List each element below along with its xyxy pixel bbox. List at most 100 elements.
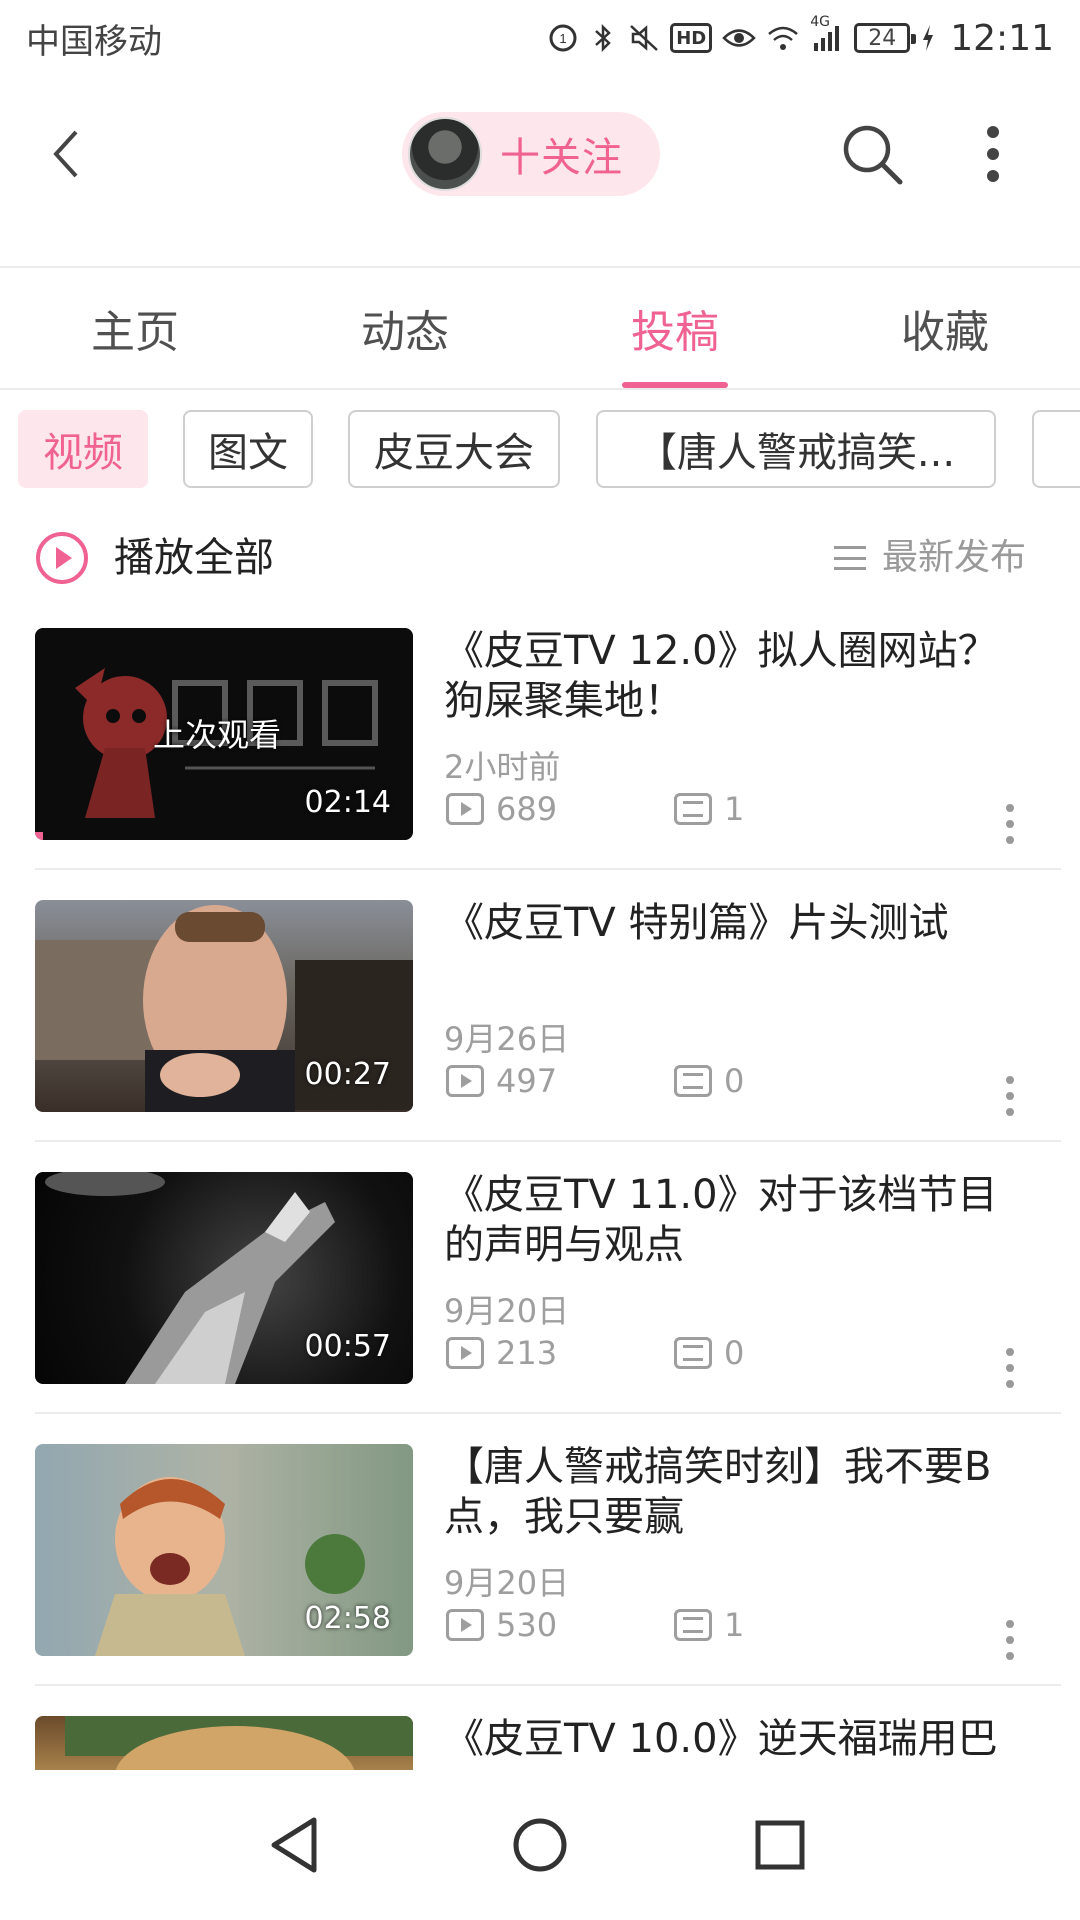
list-item[interactable]: 02:58 【唐人警戒搞笑时刻】我不要B点，我只要赢 9月20日 530 1 bbox=[0, 1436, 1080, 1708]
last-watched-label: 上次观看 bbox=[153, 716, 282, 754]
duration: 02:14 bbox=[304, 785, 391, 820]
play-count-icon bbox=[446, 793, 484, 825]
comment-icon bbox=[674, 1609, 712, 1641]
profile-tabs: 主页 动态 投稿 收藏 bbox=[0, 268, 1080, 388]
avatar bbox=[408, 117, 482, 191]
comment-count-value: 1 bbox=[724, 1606, 745, 1644]
chip-pidou-conference[interactable]: 皮豆大会 bbox=[348, 410, 560, 488]
comment-count-value: 0 bbox=[724, 1334, 745, 1372]
signal-icon: 4G bbox=[810, 14, 844, 56]
video-thumbnail[interactable] bbox=[35, 1716, 413, 1770]
play-count-icon bbox=[446, 1065, 484, 1097]
dot-icon bbox=[987, 170, 999, 182]
play-count-value: 497 bbox=[496, 1062, 558, 1100]
chip-more[interactable] bbox=[1032, 410, 1080, 488]
play-count: 213 bbox=[446, 1334, 557, 1372]
mute-icon bbox=[628, 20, 660, 56]
video-list: 上次观看 02:14 《皮豆TV 12.0》拟人圈网站？狗屎聚集地！ 2小时前 … bbox=[0, 620, 1080, 1770]
tab-home[interactable]: 主页 bbox=[0, 268, 270, 388]
system-nav-bar bbox=[0, 1770, 1080, 1920]
tab-favorites[interactable]: 收藏 bbox=[810, 268, 1080, 388]
search-icon bbox=[843, 125, 903, 185]
list-item[interactable]: 《皮豆TV 10.0》逆天福瑞用巴 bbox=[0, 1708, 1080, 1770]
divider bbox=[35, 1140, 1061, 1142]
list-item[interactable]: 00:27 《皮豆TV 特别篇》片头测试 9月26日 497 0 bbox=[0, 892, 1080, 1164]
charging-icon bbox=[920, 20, 936, 56]
comment-count: 1 bbox=[674, 1606, 744, 1644]
upload-date: 2小时前 bbox=[444, 748, 561, 786]
duration: 00:57 bbox=[304, 1329, 391, 1364]
comment-count-value: 0 bbox=[724, 1062, 745, 1100]
video-thumbnail[interactable]: 00:27 bbox=[35, 900, 413, 1112]
top-bar: 十关注 bbox=[0, 76, 1080, 266]
video-title[interactable]: 《皮豆TV 12.0》拟人圈网站？狗屎聚集地！ bbox=[444, 626, 1024, 726]
list-item[interactable]: 上次观看 02:14 《皮豆TV 12.0》拟人圈网站？狗屎聚集地！ 2小时前 … bbox=[0, 620, 1080, 892]
upload-date: 9月26日 bbox=[444, 1020, 570, 1058]
follow-button[interactable]: 十关注 bbox=[402, 112, 660, 196]
divider bbox=[35, 868, 1061, 870]
filter-chips: 视频 图文 皮豆大会 【唐人警戒搞笑... bbox=[18, 410, 1080, 490]
play-count: 530 bbox=[446, 1606, 557, 1644]
video-title[interactable]: 【唐人警戒搞笑时刻】我不要B点，我只要赢 bbox=[444, 1442, 1024, 1542]
sort-button[interactable]: 最新发布 bbox=[833, 534, 1026, 582]
video-title[interactable]: 《皮豆TV 特别篇》片头测试 bbox=[444, 898, 1024, 948]
comment-icon bbox=[674, 793, 712, 825]
play-count: 497 bbox=[446, 1062, 557, 1100]
nav-home-icon[interactable] bbox=[505, 1810, 575, 1880]
clock: 12:11 bbox=[950, 17, 1054, 59]
dot-icon bbox=[987, 148, 999, 160]
sort-label: 最新发布 bbox=[881, 537, 1026, 578]
battery-level: 24 bbox=[868, 25, 897, 51]
video-thumbnail[interactable]: 02:58 bbox=[35, 1444, 413, 1656]
video-thumbnail[interactable]: 00:57 bbox=[35, 1172, 413, 1384]
play-count-icon bbox=[446, 1609, 484, 1641]
video-thumbnail[interactable]: 上次观看 02:14 bbox=[35, 628, 413, 840]
chip-video[interactable]: 视频 bbox=[18, 410, 148, 488]
chip-tangren-series[interactable]: 【唐人警戒搞笑... bbox=[596, 410, 996, 488]
video-title[interactable]: 《皮豆TV 11.0》对于该档节目的声明与观点 bbox=[444, 1170, 1024, 1270]
comment-count: 0 bbox=[674, 1062, 744, 1100]
status-bar: 中国移动 1 HD 4G 24 12:11 bbox=[0, 0, 1080, 76]
list-item[interactable]: 00:57 《皮豆TV 11.0》对于该档节目的声明与观点 9月20日 213 … bbox=[0, 1164, 1080, 1436]
wifi-icon bbox=[766, 20, 800, 56]
play-count-value: 689 bbox=[496, 790, 558, 828]
upload-date: 9月20日 bbox=[444, 1564, 570, 1602]
comment-count: 0 bbox=[674, 1334, 744, 1372]
play-all-button[interactable]: 播放全部 bbox=[114, 530, 274, 586]
dot-icon bbox=[987, 126, 999, 138]
back-button[interactable] bbox=[40, 124, 100, 184]
comment-count-value: 1 bbox=[724, 790, 745, 828]
play-count-value: 530 bbox=[496, 1606, 558, 1644]
divider bbox=[35, 1684, 1061, 1686]
item-more-button[interactable] bbox=[1002, 1620, 1018, 1660]
item-more-button[interactable] bbox=[1002, 804, 1018, 844]
item-more-button[interactable] bbox=[1002, 1348, 1018, 1388]
duration: 00:27 bbox=[304, 1057, 391, 1092]
back-arrow-icon bbox=[53, 130, 78, 178]
nav-recents-icon[interactable] bbox=[745, 1810, 815, 1880]
divider bbox=[35, 1412, 1061, 1414]
nav-back-icon[interactable] bbox=[260, 1810, 330, 1880]
item-more-button[interactable] bbox=[1002, 1076, 1018, 1116]
list-icon bbox=[833, 546, 866, 570]
play-count-icon bbox=[446, 1337, 484, 1369]
play-count-value: 213 bbox=[496, 1334, 558, 1372]
divider bbox=[0, 388, 1080, 390]
chip-image-text[interactable]: 图文 bbox=[183, 410, 313, 488]
play-all-icon[interactable] bbox=[34, 530, 90, 586]
tab-posts[interactable]: 投稿 bbox=[540, 268, 810, 388]
comment-count: 1 bbox=[674, 790, 744, 828]
network-type: 4G bbox=[810, 14, 831, 30]
search-button[interactable] bbox=[836, 118, 908, 190]
comment-icon bbox=[674, 1065, 712, 1097]
carrier-name: 中国移动 bbox=[26, 21, 162, 62]
bluetooth-icon bbox=[588, 20, 618, 56]
thumbnail-art bbox=[65, 1716, 413, 1770]
tab-activity[interactable]: 动态 bbox=[270, 268, 540, 388]
video-title[interactable]: 《皮豆TV 10.0》逆天福瑞用巴 bbox=[444, 1714, 1024, 1764]
battery-icon: 24 bbox=[854, 23, 917, 53]
play-count: 689 bbox=[446, 790, 557, 828]
upload-date: 9月20日 bbox=[444, 1292, 570, 1330]
eye-icon bbox=[722, 20, 757, 56]
more-options-button[interactable] bbox=[978, 126, 1008, 182]
